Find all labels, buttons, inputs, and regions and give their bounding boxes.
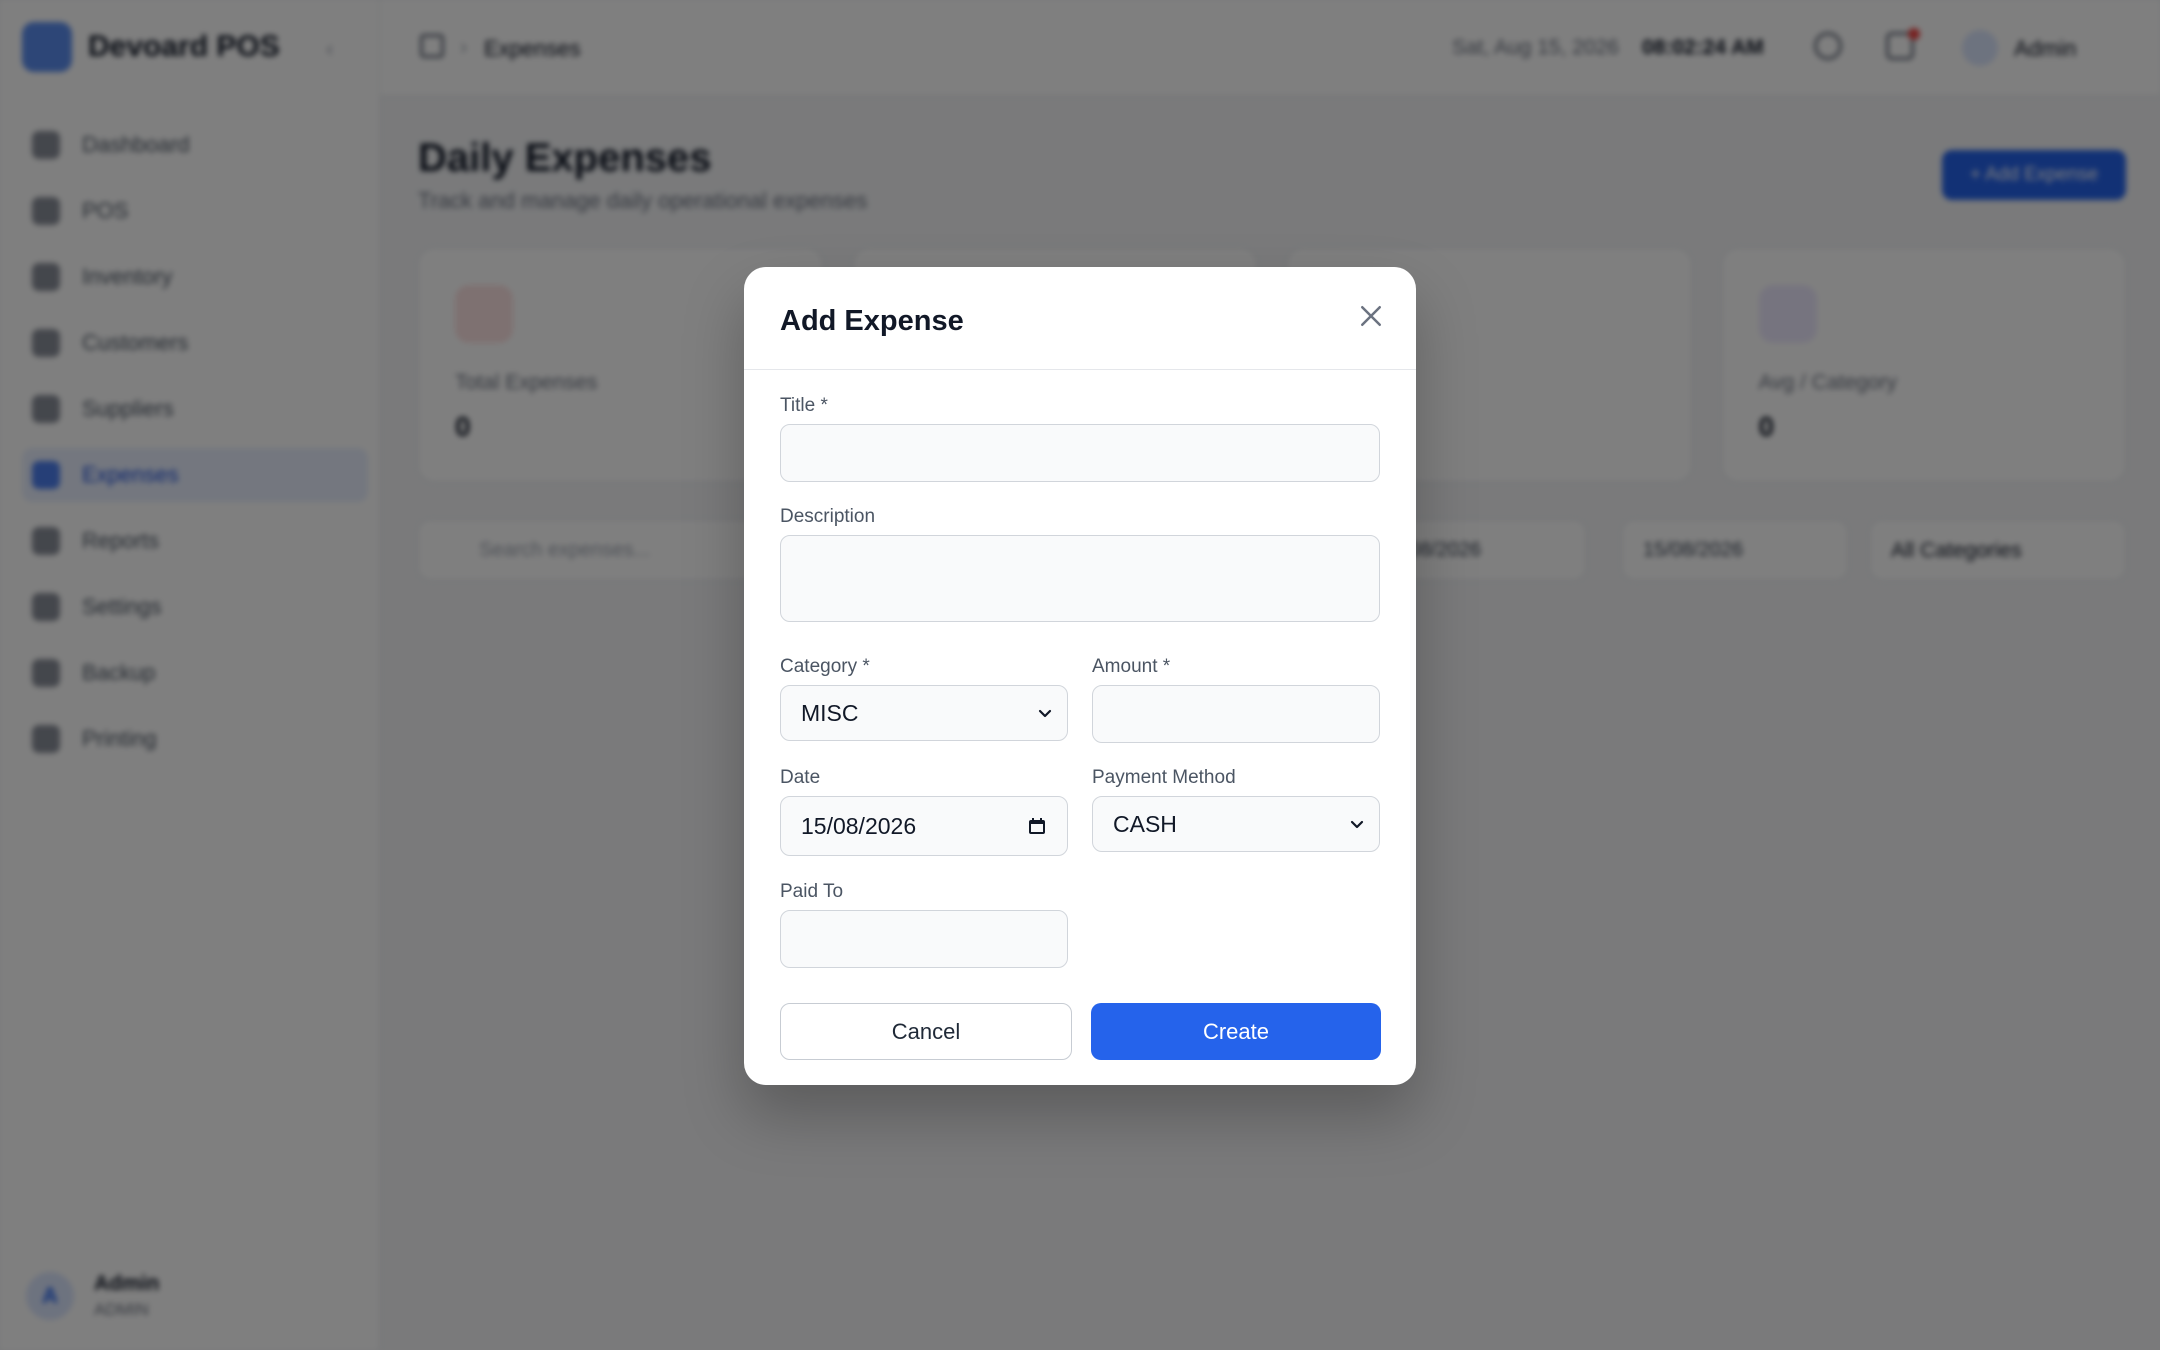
paid-to-label: Paid To <box>780 881 844 902</box>
close-icon[interactable] <box>1356 301 1386 331</box>
chevron-down-icon <box>1350 820 1364 829</box>
amount-label: Amount * <box>1092 656 1171 677</box>
title-input[interactable] <box>780 424 1380 482</box>
add-expense-modal: Add Expense Title * Description Category… <box>744 267 1416 1085</box>
description-label: Description <box>780 506 876 527</box>
category-label: Category * <box>780 656 870 677</box>
calendar-icon[interactable] <box>1027 816 1047 836</box>
date-input[interactable]: 15/08/2026 <box>780 796 1068 856</box>
chevron-down-icon <box>1038 709 1052 718</box>
paid-to-input[interactable] <box>780 910 1068 968</box>
cancel-button[interactable]: Cancel <box>780 1003 1072 1060</box>
date-label: Date <box>780 767 821 788</box>
category-value: MISC <box>801 699 859 726</box>
payment-method-label: Payment Method <box>1092 767 1236 788</box>
date-value: 15/08/2026 <box>801 812 917 839</box>
title-label: Title * <box>780 395 828 416</box>
create-button[interactable]: Create <box>1091 1003 1381 1060</box>
payment-method-value: CASH <box>1113 810 1177 837</box>
amount-input[interactable] <box>1092 685 1380 743</box>
category-select[interactable]: MISC <box>780 685 1068 741</box>
description-textarea[interactable] <box>780 535 1380 622</box>
modal-header: Add Expense <box>744 267 1416 370</box>
modal-title: Add Expense <box>780 305 964 337</box>
payment-method-select[interactable]: CASH <box>1092 796 1380 852</box>
